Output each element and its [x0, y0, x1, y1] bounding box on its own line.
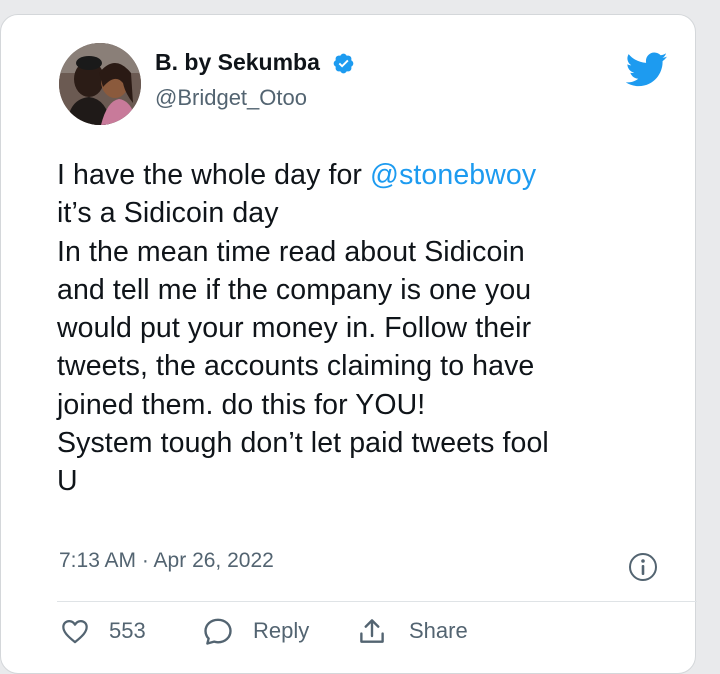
tweet-line: would put your money in. Follow their [57, 312, 532, 345]
tweet-line: I have the whole day for @stonebwoy [57, 159, 537, 191]
like-count: 553 [109, 618, 146, 643]
tweet-line: and tell me if the company is one you [57, 273, 532, 306]
twitter-bird-icon[interactable] [626, 52, 668, 88]
avatar-photo [59, 43, 141, 125]
reply-label: Reply [253, 618, 310, 643]
tweet-line: tweets, the accounts claiming to have [57, 350, 535, 383]
like-button[interactable]: 553 [61, 609, 146, 653]
verified-badge-icon [333, 53, 354, 74]
tweet-line: In the mean time read about Sidicoin [57, 235, 525, 268]
tweet-card[interactable]: B. by Sekumba @Bridget_Otoo I have the w… [0, 14, 697, 674]
share-upload-icon [360, 619, 384, 643]
speech-bubble-icon [204, 618, 232, 645]
tweet-line: System tough don’t let paid tweets fool [57, 427, 549, 460]
tweet-text: I have the whole day for @stonebwoy it’s… [57, 156, 677, 501]
avatar[interactable] [59, 43, 141, 125]
reply-button[interactable]: Reply [203, 609, 309, 653]
divider [57, 601, 697, 602]
author-handle[interactable]: @Bridget_Otoo [155, 85, 307, 111]
author-name[interactable]: B. by Sekumba [155, 49, 320, 76]
tweet-line: U [57, 465, 78, 498]
tweet-timestamp[interactable]: 7:13 AM · Apr 26, 2022 [59, 549, 274, 573]
mention-link[interactable]: @stonebwoy [370, 159, 536, 191]
tweet-line: it’s a Sidicoin day [57, 197, 279, 230]
share-label: Share [409, 618, 468, 643]
tweet-line: joined them. do this for YOU! [57, 388, 426, 421]
info-icon[interactable] [627, 551, 659, 583]
heart-icon [62, 619, 88, 644]
share-button[interactable]: Share [357, 609, 468, 653]
